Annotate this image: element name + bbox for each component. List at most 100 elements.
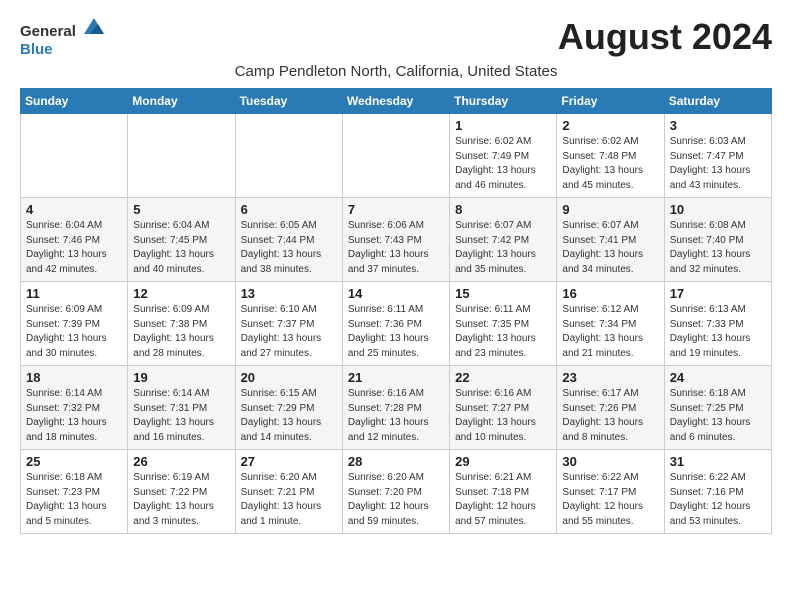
calendar-cell: 24 Sunrise: 6:18 AMSunset: 7:25 PMDaylig… [664,366,771,450]
day-number: 24 [670,370,766,385]
day-info: Sunrise: 6:14 AMSunset: 7:32 PMDaylight:… [26,388,107,443]
calendar-cell: 22 Sunrise: 6:16 AMSunset: 7:27 PMDaylig… [450,366,557,450]
day-number: 2 [562,118,658,133]
calendar-week-row: 4 Sunrise: 6:04 AMSunset: 7:46 PMDayligh… [21,198,772,282]
month-title: August 2024 [558,16,772,58]
logo: General Blue [20,16,106,59]
day-number: 1 [455,118,551,133]
weekday-header: Monday [128,89,235,114]
calendar-cell: 11 Sunrise: 6:09 AMSunset: 7:39 PMDaylig… [21,282,128,366]
day-number: 12 [133,286,229,301]
calendar-cell [235,114,342,198]
day-info: Sunrise: 6:02 AMSunset: 7:48 PMDaylight:… [562,136,643,191]
calendar-week-row: 1 Sunrise: 6:02 AMSunset: 7:49 PMDayligh… [21,114,772,198]
day-number: 3 [670,118,766,133]
day-number: 4 [26,202,122,217]
calendar-cell: 2 Sunrise: 6:02 AMSunset: 7:48 PMDayligh… [557,114,664,198]
calendar-cell: 30 Sunrise: 6:22 AMSunset: 7:17 PMDaylig… [557,450,664,534]
calendar-cell: 10 Sunrise: 6:08 AMSunset: 7:40 PMDaylig… [664,198,771,282]
page-header: General Blue August 2024 [20,16,772,59]
weekday-header: Tuesday [235,89,342,114]
day-number: 5 [133,202,229,217]
day-number: 16 [562,286,658,301]
day-info: Sunrise: 6:12 AMSunset: 7:34 PMDaylight:… [562,304,643,359]
day-number: 17 [670,286,766,301]
day-info: Sunrise: 6:16 AMSunset: 7:27 PMDaylight:… [455,388,536,443]
calendar-cell: 28 Sunrise: 6:20 AMSunset: 7:20 PMDaylig… [342,450,449,534]
day-info: Sunrise: 6:11 AMSunset: 7:36 PMDaylight:… [348,304,429,359]
day-number: 26 [133,454,229,469]
calendar-table: SundayMondayTuesdayWednesdayThursdayFrid… [20,88,772,534]
calendar-cell: 8 Sunrise: 6:07 AMSunset: 7:42 PMDayligh… [450,198,557,282]
location-title: Camp Pendleton North, California, United… [20,63,772,80]
day-number: 27 [241,454,337,469]
logo-general: General [20,23,76,40]
day-info: Sunrise: 6:03 AMSunset: 7:47 PMDaylight:… [670,136,751,191]
calendar-cell: 3 Sunrise: 6:03 AMSunset: 7:47 PMDayligh… [664,114,771,198]
day-number: 19 [133,370,229,385]
day-number: 14 [348,286,444,301]
day-info: Sunrise: 6:18 AMSunset: 7:23 PMDaylight:… [26,472,107,527]
calendar-cell: 16 Sunrise: 6:12 AMSunset: 7:34 PMDaylig… [557,282,664,366]
calendar-cell: 7 Sunrise: 6:06 AMSunset: 7:43 PMDayligh… [342,198,449,282]
calendar-cell [128,114,235,198]
day-number: 13 [241,286,337,301]
day-info: Sunrise: 6:05 AMSunset: 7:44 PMDaylight:… [241,220,322,275]
calendar-cell: 23 Sunrise: 6:17 AMSunset: 7:26 PMDaylig… [557,366,664,450]
day-info: Sunrise: 6:07 AMSunset: 7:41 PMDaylight:… [562,220,643,275]
calendar-cell [342,114,449,198]
day-number: 30 [562,454,658,469]
calendar-cell: 26 Sunrise: 6:19 AMSunset: 7:22 PMDaylig… [128,450,235,534]
day-info: Sunrise: 6:16 AMSunset: 7:28 PMDaylight:… [348,388,429,443]
day-info: Sunrise: 6:17 AMSunset: 7:26 PMDaylight:… [562,388,643,443]
calendar-cell: 9 Sunrise: 6:07 AMSunset: 7:41 PMDayligh… [557,198,664,282]
weekday-header: Sunday [21,89,128,114]
weekday-header: Saturday [664,89,771,114]
day-info: Sunrise: 6:20 AMSunset: 7:20 PMDaylight:… [348,472,429,527]
calendar-cell: 15 Sunrise: 6:11 AMSunset: 7:35 PMDaylig… [450,282,557,366]
day-number: 7 [348,202,444,217]
day-number: 29 [455,454,551,469]
weekday-header: Thursday [450,89,557,114]
day-number: 20 [241,370,337,385]
day-info: Sunrise: 6:19 AMSunset: 7:22 PMDaylight:… [133,472,214,527]
day-info: Sunrise: 6:22 AMSunset: 7:17 PMDaylight:… [562,472,643,527]
day-number: 25 [26,454,122,469]
day-info: Sunrise: 6:20 AMSunset: 7:21 PMDaylight:… [241,472,322,527]
calendar-week-row: 25 Sunrise: 6:18 AMSunset: 7:23 PMDaylig… [21,450,772,534]
day-number: 9 [562,202,658,217]
day-info: Sunrise: 6:04 AMSunset: 7:45 PMDaylight:… [133,220,214,275]
day-info: Sunrise: 6:15 AMSunset: 7:29 PMDaylight:… [241,388,322,443]
calendar-cell: 20 Sunrise: 6:15 AMSunset: 7:29 PMDaylig… [235,366,342,450]
day-info: Sunrise: 6:09 AMSunset: 7:38 PMDaylight:… [133,304,214,359]
day-info: Sunrise: 6:21 AMSunset: 7:18 PMDaylight:… [455,472,536,527]
logo-icon [82,16,106,36]
calendar-cell: 6 Sunrise: 6:05 AMSunset: 7:44 PMDayligh… [235,198,342,282]
calendar-cell: 27 Sunrise: 6:20 AMSunset: 7:21 PMDaylig… [235,450,342,534]
day-number: 31 [670,454,766,469]
calendar-cell: 17 Sunrise: 6:13 AMSunset: 7:33 PMDaylig… [664,282,771,366]
calendar-cell: 25 Sunrise: 6:18 AMSunset: 7:23 PMDaylig… [21,450,128,534]
calendar-cell: 4 Sunrise: 6:04 AMSunset: 7:46 PMDayligh… [21,198,128,282]
day-number: 21 [348,370,444,385]
weekday-header-row: SundayMondayTuesdayWednesdayThursdayFrid… [21,89,772,114]
day-info: Sunrise: 6:07 AMSunset: 7:42 PMDaylight:… [455,220,536,275]
day-info: Sunrise: 6:08 AMSunset: 7:40 PMDaylight:… [670,220,751,275]
calendar-cell: 31 Sunrise: 6:22 AMSunset: 7:16 PMDaylig… [664,450,771,534]
day-info: Sunrise: 6:11 AMSunset: 7:35 PMDaylight:… [455,304,536,359]
day-info: Sunrise: 6:18 AMSunset: 7:25 PMDaylight:… [670,388,751,443]
day-info: Sunrise: 6:09 AMSunset: 7:39 PMDaylight:… [26,304,107,359]
day-info: Sunrise: 6:10 AMSunset: 7:37 PMDaylight:… [241,304,322,359]
calendar-cell: 19 Sunrise: 6:14 AMSunset: 7:31 PMDaylig… [128,366,235,450]
day-info: Sunrise: 6:13 AMSunset: 7:33 PMDaylight:… [670,304,751,359]
day-number: 11 [26,286,122,301]
calendar-cell: 1 Sunrise: 6:02 AMSunset: 7:49 PMDayligh… [450,114,557,198]
day-number: 28 [348,454,444,469]
calendar-week-row: 18 Sunrise: 6:14 AMSunset: 7:32 PMDaylig… [21,366,772,450]
day-number: 6 [241,202,337,217]
calendar-cell: 5 Sunrise: 6:04 AMSunset: 7:45 PMDayligh… [128,198,235,282]
day-number: 8 [455,202,551,217]
day-number: 23 [562,370,658,385]
calendar-cell: 13 Sunrise: 6:10 AMSunset: 7:37 PMDaylig… [235,282,342,366]
logo-blue: Blue [20,41,53,58]
